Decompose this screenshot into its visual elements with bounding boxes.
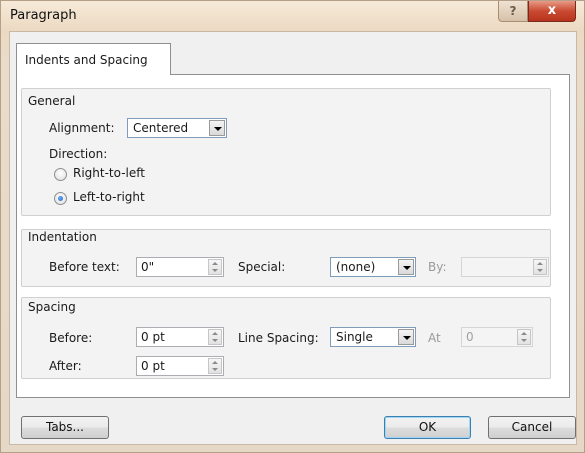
before-text-input[interactable]: 0"	[136, 257, 224, 277]
tab-label: Indents and Spacing	[25, 53, 148, 67]
by-label: By:	[428, 260, 447, 274]
title-bar[interactable]: Paragraph ? x	[1, 1, 585, 31]
chevron-down-icon[interactable]	[398, 259, 414, 275]
special-dropdown[interactable]: (none)	[330, 257, 416, 277]
spacing-after-label: After:	[49, 359, 82, 373]
ok-button[interactable]: OK	[384, 416, 471, 439]
tabs-button[interactable]: Tabs...	[21, 416, 109, 439]
indentation-group-title: Indentation	[28, 230, 97, 244]
paragraph-dialog: Paragraph ? x Indents and Spacing Genera…	[0, 0, 585, 453]
before-text-label: Before text:	[49, 260, 120, 274]
dialog-title: Paragraph	[10, 8, 77, 23]
cancel-button[interactable]: Cancel	[488, 416, 576, 439]
close-icon: x	[547, 3, 557, 18]
at-value: 0	[466, 330, 474, 344]
chevron-down-icon[interactable]	[398, 329, 414, 345]
close-button[interactable]: x	[528, 1, 576, 22]
spacing-group-title: Spacing	[28, 300, 76, 314]
spacing-before-label: Before:	[49, 331, 93, 345]
spinner-icon	[517, 329, 531, 345]
special-label: Special:	[238, 260, 286, 274]
spacing-after-value: 0 pt	[141, 359, 165, 373]
alignment-dropdown[interactable]: Centered	[127, 118, 227, 138]
at-label: At	[428, 331, 441, 345]
alignment-value: Centered	[133, 121, 189, 135]
special-value: (none)	[336, 260, 376, 274]
general-group-title: General	[28, 94, 76, 108]
alignment-label: Alignment:	[49, 121, 115, 135]
direction-label: Direction:	[49, 147, 108, 161]
spacing-before-value: 0 pt	[141, 330, 165, 344]
by-input	[461, 257, 549, 277]
at-input: 0	[461, 327, 533, 347]
line-spacing-dropdown[interactable]: Single	[330, 327, 416, 347]
right-to-left-radio[interactable]	[54, 168, 67, 181]
help-icon: ?	[509, 4, 517, 18]
spinner-icon[interactable]	[208, 329, 222, 345]
line-spacing-value: Single	[336, 330, 373, 344]
chevron-down-icon[interactable]	[209, 120, 225, 136]
before-text-value: 0"	[141, 260, 155, 274]
spinner-icon[interactable]	[208, 259, 222, 275]
spinner-icon[interactable]	[208, 358, 222, 374]
spacing-after-input[interactable]: 0 pt	[136, 356, 224, 376]
spacing-before-input[interactable]: 0 pt	[136, 327, 224, 347]
spinner-icon	[533, 259, 547, 275]
left-to-right-label[interactable]: Left-to-right	[73, 190, 145, 204]
left-to-right-radio[interactable]	[54, 192, 67, 205]
help-button[interactable]: ?	[498, 1, 528, 22]
line-spacing-label: Line Spacing:	[238, 331, 319, 345]
right-to-left-label[interactable]: Right-to-left	[73, 166, 145, 180]
tab-indents-and-spacing[interactable]: Indents and Spacing	[16, 43, 171, 75]
